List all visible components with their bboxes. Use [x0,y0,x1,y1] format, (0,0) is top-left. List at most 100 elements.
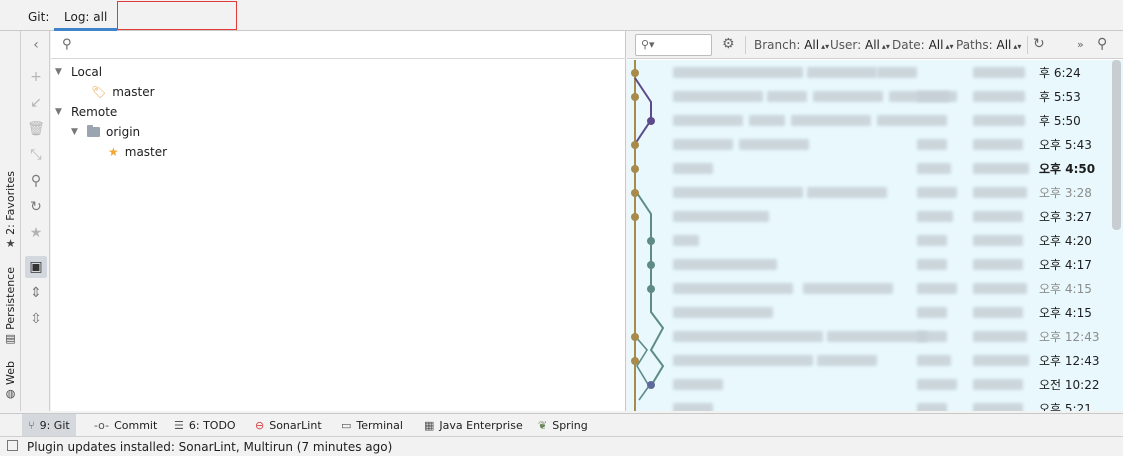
redacted-text [817,355,877,366]
commit-row[interactable]: 오후 12:43 [627,324,1109,348]
commit-row[interactable]: 오후 4:50 [627,156,1109,180]
commit-row[interactable]: 후 6:24 [627,60,1109,84]
java-enterprise-icon: ▦ [424,418,435,432]
branches-panel: ⚲ ▼ Local 🏷 master ▼ Remote ▼ origin ★ m… [51,31,626,411]
collapse-all-icon[interactable]: ⇳ [25,308,47,330]
more-icon[interactable]: » [1077,38,1084,51]
group-by-directory-icon[interactable]: ▣ [25,256,47,278]
expand-arrow-icon: ▼ [55,67,62,77]
expand-arrow-icon: ▼ [71,127,78,137]
favorites-tab[interactable]: ★ 2: Favorites [2,171,19,250]
commit-time: 후 5:50 [1039,114,1081,128]
expand-arrow-icon: ▼ [55,107,62,117]
user-filter[interactable]: User: All ▴▾ [830,38,890,52]
folder-icon [87,125,100,137]
commit-row[interactable]: 후 5:53 [627,84,1109,108]
checkout-icon[interactable]: ↙ [25,92,47,114]
redacted-text [807,187,887,198]
web-icon: ◍ [5,386,16,400]
tree-node-local[interactable]: ▼ Local [55,62,102,82]
tab-spring[interactable]: ❦ Spring [532,414,594,436]
compare-icon[interactable]: ⤡ [25,144,47,166]
log-scrollbar[interactable] [1112,60,1121,230]
redacted-text [673,187,803,198]
tab-todo[interactable]: ☰ 6: TODO [168,414,242,436]
commit-time: 오후 3:28 [1039,186,1092,200]
expand-all-icon[interactable]: ⇕ [25,282,47,304]
commit-row[interactable]: 오후 4:15 [627,276,1109,300]
tab-git[interactable]: ⑂ 9: Git [22,414,76,436]
tree-node-remote[interactable]: ▼ Remote [55,102,117,122]
tool-windows-icon[interactable] [7,440,18,451]
redacted-text [877,67,917,78]
redacted-text [673,331,823,342]
redacted-text [673,307,773,318]
commit-row[interactable]: 후 5:50 [627,108,1109,132]
commit-row[interactable]: 오후 5:43 [627,132,1109,156]
commit-row[interactable]: 오후 3:27 [627,204,1109,228]
tab-log-all[interactable]: Log: all [54,4,118,31]
filter-search-field[interactable]: ⚲▾ [635,34,712,56]
web-label: Web [4,361,17,385]
commit-row[interactable]: 오후 4:17 [627,252,1109,276]
commit-row[interactable]: 오후 12:43 [627,348,1109,372]
commit-time: 오후 5:21 [1039,402,1092,411]
branch-label: master [124,145,168,159]
tree-node-origin-master[interactable]: ★ master [108,142,167,162]
git-tab-bar: Git: Log: all [0,0,1123,31]
redacted-text [917,307,947,318]
search-icon[interactable]: ⚲ [1097,36,1107,52]
date-filter[interactable]: Date: All ▴▾ [892,38,953,52]
redacted-text [673,139,733,150]
paths-filter[interactable]: Paths: All ▴▾ [956,38,1021,52]
redacted-text [917,235,947,246]
commit-time: 오후 4:15 [1039,282,1092,296]
redacted-text [673,67,803,78]
branch-search-field[interactable]: ⚲ [51,31,626,59]
tab-sonarlint[interactable]: ⊖ SonarLint [249,414,328,436]
commit-row[interactable]: 오후 4:15 [627,300,1109,324]
redacted-text [739,139,809,150]
commit-row[interactable]: 오전 10:22 [627,372,1109,396]
tree-node-local-master[interactable]: 🏷 master [91,82,155,102]
commit-row[interactable]: 오후 3:28 [627,180,1109,204]
redacted-text [973,211,1023,222]
redacted-text [917,163,951,174]
refresh-icon[interactable]: ↻ [25,196,47,218]
tree-node-origin[interactable]: ▼ origin [71,122,140,142]
redacted-text [673,403,713,411]
redacted-text [673,115,743,126]
persistence-tab[interactable]: ▤ Persistence [2,267,19,345]
commit-time: 후 5:53 [1039,90,1081,104]
tab-commit[interactable]: -o- Commit [88,414,163,436]
tab-terminal[interactable]: ▭ Terminal [335,414,409,436]
persistence-label: Persistence [4,267,17,330]
redacted-text [917,211,953,222]
git-icon: ⑂ [28,418,35,432]
add-icon[interactable]: + [25,66,47,88]
redacted-text [673,211,769,222]
tag-icon: 🏷 [91,85,107,99]
refresh-icon[interactable]: ↻ [1033,36,1045,52]
favorite-star-icon[interactable]: ★ [25,222,47,244]
commit-time: 오후 12:43 [1039,330,1100,344]
commit-time: 오후 4:20 [1039,234,1092,248]
redacted-text [973,307,1023,318]
redacted-text [673,91,763,102]
search-icon[interactable]: ⚲ [25,170,47,192]
commit-list[interactable]: 후 6:24 후 5:53 후 5:50 오후 5:43 오후 4:50 오후 3:28 오… [627,60,1123,411]
web-tab[interactable]: ◍ Web [2,361,19,400]
toolbar-separator [745,36,746,54]
gear-icon[interactable]: ⚙ [722,36,735,52]
collapse-left-icon[interactable]: ‹ [25,34,47,56]
status-message[interactable]: Plugin updates installed: SonarLint, Mul… [27,440,392,454]
highlight-box [117,1,237,30]
branch-filter[interactable]: Branch: All ▴▾ [754,38,829,52]
commit-row[interactable]: 오후 5:21 [627,396,1109,411]
tab-java-enterprise[interactable]: ▦ Java Enterprise [418,414,529,436]
left-tool-stripe: ★ 2: Favorites ▤ Persistence ◍ Web [0,31,21,411]
commit-row[interactable]: 오후 4:20 [627,228,1109,252]
redacted-text [791,115,871,126]
delete-icon[interactable]: 🗑 [25,118,47,140]
redacted-text [877,115,947,126]
